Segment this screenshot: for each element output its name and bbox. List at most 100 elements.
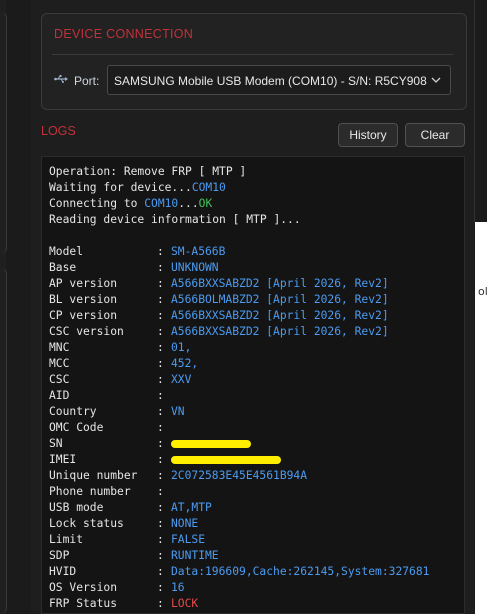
chevron-down-icon [431, 77, 441, 83]
log-field-colon: : [157, 421, 164, 434]
log-field-value: A566BXXSABZD2 [April 2026, Rev2] [171, 325, 389, 338]
log-line: Connecting to COM10...OK [49, 196, 429, 212]
log-field-colon: : [157, 501, 164, 514]
log-field-colon: : [157, 581, 164, 594]
log-field-row: Model: SM-A566B [49, 244, 429, 260]
log-field-row: USB mode: AT,MTP [49, 500, 429, 516]
log-field-colon: : [157, 405, 164, 418]
log-text: Operation: Remove FRP [ MTP ] [49, 165, 247, 178]
log-field-row: AP version: A566BXXSABZD2 [April 2026, Re… [49, 276, 429, 292]
log-field-row: Base: UNKNOWN [49, 260, 429, 276]
log-field-row: FRP Status: LOCK [49, 596, 429, 612]
log-field-value: Data:196609,Cache:262145,System:327681 [171, 565, 430, 578]
log-field-key: IMEI [49, 453, 77, 466]
log-field-value: NONE [171, 517, 199, 530]
log-field-colon: : [157, 517, 164, 530]
log-field-colon: : [157, 277, 164, 290]
log-field-value: A566BXXSABZD2 [April 2026, Rev2] [171, 277, 389, 290]
log-field-value: UNKNOWN [171, 261, 219, 274]
log-field-colon: : [157, 309, 164, 322]
log-field-colon: : [157, 485, 164, 498]
log-field-row: Limit: FALSE [49, 532, 429, 548]
clear-button[interactable]: Clear [405, 123, 465, 147]
log-field-key: SDP [49, 549, 70, 562]
log-field-key: Country [49, 405, 97, 418]
log-field-key: AID [49, 389, 70, 402]
log-field-value: 01, [171, 341, 192, 354]
redaction-mark [171, 456, 281, 464]
device-connection-title: DEVICE CONNECTION [54, 27, 194, 41]
divider [52, 54, 453, 55]
log-field-row: SDP: RUNTIME [49, 548, 429, 564]
log-field-key: Unique number [49, 469, 138, 482]
log-field-colon: : [157, 261, 164, 274]
log-field-value: RUNTIME [171, 549, 219, 562]
log-field-value: LOCK [171, 597, 199, 610]
log-field-value: 2C072583E45E4561B94A [171, 469, 308, 482]
log-field-row: HVID: Data:196609,Cache:262145,System:327… [49, 564, 429, 580]
log-field-row: Phone number: [49, 484, 429, 500]
log-field-key: AP version [49, 277, 118, 290]
log-output[interactable]: Operation: Remove FRP [ MTP ] Waiting for… [41, 156, 465, 614]
log-field-value: 16 [171, 581, 185, 594]
port-select[interactable]: SAMSUNG Mobile USB Modem (COM10) - S/N: … [107, 65, 451, 95]
log-text: Waiting for device... [49, 181, 192, 194]
log-field-value: A566BOLMABZD2 [April 2026, Rev2] [171, 293, 389, 306]
log-field-key: Model [49, 245, 84, 258]
log-line: Reading device information [ MTP ]... [49, 212, 429, 228]
log-line: Operation: Remove FRP [ MTP ] [49, 164, 429, 180]
log-blank-line [49, 228, 429, 244]
log-field-colon: : [157, 533, 164, 546]
logs-title: LOGS [41, 124, 76, 138]
log-field-key: OMC Code [49, 421, 104, 434]
log-highlight: COM10 [191, 181, 226, 194]
log-field-key: HVID [49, 565, 77, 578]
port-select-value: SAMSUNG Mobile USB Modem (COM10) - S/N: … [114, 74, 427, 88]
log-field-colon: : [157, 469, 164, 482]
log-field-row: OMC Code: [49, 420, 429, 436]
log-field-value: XXV [171, 373, 192, 386]
log-status-ok: OK [198, 197, 213, 210]
log-field-colon: : [157, 549, 164, 562]
log-field-key: FRP Status [49, 597, 118, 610]
port-label: Port: [74, 74, 100, 88]
log-field-row: OS Version:16 [49, 580, 429, 596]
redaction-mark [171, 440, 251, 448]
log-field-value: AT,MTP [171, 501, 212, 514]
log-field-row: CP version: A566BXXSABZD2 [April 2026, Re… [49, 308, 429, 324]
log-field-value: VN [171, 405, 185, 418]
log-field-colon: : [157, 597, 164, 610]
log-field-colon: : [157, 565, 164, 578]
log-field-value: FALSE [171, 533, 206, 546]
log-field-key: Phone number [49, 485, 131, 498]
log-field-colon: : [157, 325, 164, 338]
log-field-value: SM-A566B [171, 245, 226, 258]
log-field-colon: : [157, 437, 164, 450]
log-field-row: AID: [49, 388, 429, 404]
log-field-colon: : [157, 389, 164, 402]
log-field-colon: : [157, 357, 164, 370]
log-field-key: BL version [49, 293, 118, 306]
left-panel-card [0, 268, 7, 614]
log-field-row: Lock status: NONE [49, 516, 429, 532]
log-field-value: 452, [171, 357, 199, 370]
log-field-colon: : [157, 373, 164, 386]
log-field-key: USB mode [49, 501, 104, 514]
log-text: ... [178, 197, 199, 210]
history-button[interactable]: History [338, 123, 398, 147]
log-field-key: CSC [49, 373, 70, 386]
log-field-key: MCC [49, 357, 70, 370]
log-field-row: Unique number:2C072583E45E4561B94A [49, 468, 429, 484]
log-field-key: Limit [49, 533, 84, 546]
log-field-key: CSC version [49, 325, 124, 338]
log-field-key: Base [49, 261, 77, 274]
log-field-row: MCC:452, [49, 356, 429, 372]
log-field-row: MNC:01, [49, 340, 429, 356]
log-lines: Operation: Remove FRP [ MTP ] Waiting for… [49, 164, 429, 612]
log-field-value: A566BXXSABZD2 [April 2026, Rev2] [171, 309, 389, 322]
log-field-key: MNC [49, 341, 70, 354]
log-field-row: CSC version: A566BXXSABZD2 [April 2026, R… [49, 324, 429, 340]
log-field-colon: : [157, 245, 164, 258]
log-field-row: BL version: A566BOLMABZD2 [April 2026, Re… [49, 292, 429, 308]
log-field-key: OS Version [49, 581, 118, 594]
